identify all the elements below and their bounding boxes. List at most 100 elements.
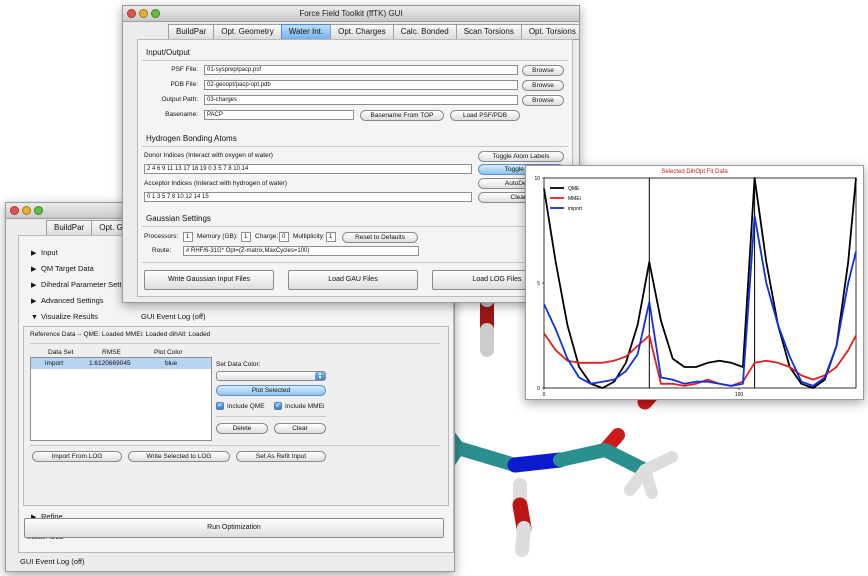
- tab-buildpar[interactable]: BuildPar: [46, 220, 92, 236]
- write-gaussian-input-button[interactable]: Write Gaussian Input Files: [144, 270, 274, 290]
- disclosure-right-icon: ▶: [31, 266, 37, 273]
- tab-water-int[interactable]: Water Int.: [280, 24, 331, 40]
- row-data-set: import: [45, 360, 64, 367]
- y-tick-label: 10: [534, 176, 540, 182]
- section-advanced[interactable]: ▶ Advanced Settings: [31, 296, 104, 305]
- basename-label: Basename:: [165, 111, 198, 118]
- zoom-icon[interactable]: [34, 206, 43, 215]
- load-gau-files-button[interactable]: Load GAU Files: [288, 270, 418, 290]
- acceptor-indices-field[interactable]: 0 1 3 5 7 8 10 12 14 15: [144, 192, 472, 202]
- memory-field[interactable]: 1: [241, 232, 251, 242]
- gui-event-log-inline[interactable]: GUI Event Log (off): [141, 312, 205, 321]
- write-selected-button[interactable]: Write Selected to LOG: [128, 451, 230, 462]
- route-label: Route:: [152, 247, 172, 254]
- import-from-log-button[interactable]: Import From LOG: [32, 451, 122, 462]
- divider: [142, 146, 568, 147]
- multiplicity-label: Multiplicity:: [293, 233, 325, 240]
- tab-opt-torsions[interactable]: Opt. Torsions: [520, 24, 579, 40]
- run-optimization-button[interactable]: Run Optimization: [24, 518, 444, 538]
- divider: [216, 416, 326, 417]
- plot-selected-button[interactable]: Plot Selected: [216, 385, 326, 396]
- gui-event-log-bottom[interactable]: GUI Event Log (off): [20, 557, 84, 566]
- methyl-h: [624, 464, 651, 496]
- disclosure-right-icon: ▶: [31, 250, 37, 257]
- processors-label: Processors:: [144, 233, 179, 240]
- water-int-panel: Input/Output PSF File: 01-sysprep/pacp.p…: [137, 39, 573, 297]
- section-visualize[interactable]: ▼ Visualize Results: [31, 312, 98, 321]
- series-line-import: [543, 214, 857, 387]
- delete-button[interactable]: Delete: [216, 423, 268, 434]
- legend-label: MMEi: [568, 196, 581, 202]
- load-psf-pdb-button[interactable]: Load PSF/PDB: [450, 110, 520, 121]
- methyl-bond: [598, 443, 652, 477]
- charge-label: Charge:: [255, 233, 279, 240]
- zoom-icon[interactable]: [151, 9, 160, 18]
- psf-label: PSF File:: [171, 66, 198, 73]
- output-path-field[interactable]: 03-charges: [204, 95, 518, 105]
- tab-opt-geometry[interactable]: Opt. Geometry: [213, 24, 281, 40]
- include-qme-checkbox[interactable]: ✓: [216, 402, 224, 410]
- tab-calc-bonded[interactable]: Calc. Bonded: [392, 24, 456, 40]
- col-rmse: RMSE: [102, 349, 121, 356]
- visualize-panel: Reference Data -- QME: Loaded MMEi: Load…: [23, 326, 449, 506]
- donor-label: Donor Indices (Interact with oxygen of w…: [144, 152, 273, 159]
- legend-label: QME: [568, 186, 580, 192]
- set-data-color-label: Set Data Color:: [216, 361, 261, 368]
- close-icon[interactable]: [10, 206, 19, 215]
- table-row[interactable]: import 1.6120669045 blue: [31, 358, 211, 369]
- section-qm-target[interactable]: ▶ QM Target Data: [31, 264, 94, 273]
- fftk-main-window: Force Field Toolkit (ffTK) GUI BuildPar …: [122, 5, 580, 303]
- donor-indices-field[interactable]: 2 4 6 9 11 13 17 18 19 0 3 5 7 8 10 14: [144, 164, 472, 174]
- reset-defaults-button[interactable]: Reset to Defaults: [342, 232, 418, 243]
- multiplicity-field[interactable]: 1: [326, 232, 336, 242]
- output-path-label: Output Path:: [161, 96, 199, 103]
- main-tabs: BuildPar Opt. Geometry Water Int. Opt. C…: [168, 24, 579, 40]
- col-plot-color: Plot Color: [154, 349, 183, 356]
- include-mmei-checkbox[interactable]: ✓: [274, 402, 282, 410]
- close-icon[interactable]: [127, 9, 136, 18]
- pdb-browse-button[interactable]: Browse: [522, 80, 564, 91]
- minimize-icon[interactable]: [22, 206, 31, 215]
- processors-field[interactable]: 1: [183, 232, 193, 242]
- ring-n-bond: [451, 441, 522, 472]
- pdb-label: PDB File:: [170, 81, 198, 88]
- divider: [30, 445, 440, 446]
- minimize-icon[interactable]: [139, 9, 148, 18]
- io-heading: Input/Output: [146, 48, 191, 57]
- memory-label: Memory (GB):: [197, 233, 238, 240]
- x-tick-label: 100: [735, 392, 744, 398]
- psf-file-field[interactable]: 01-sysprep/pacp.psf: [204, 65, 518, 75]
- include-mmei-label: Include MMEi: [285, 403, 325, 410]
- x-tick-label: 0: [543, 392, 546, 398]
- col-data-set: Data Set: [48, 349, 74, 356]
- set-refit-input-button[interactable]: Set As Refit Input: [236, 451, 326, 462]
- divider: [142, 262, 568, 263]
- disclosure-right-icon: ▶: [31, 282, 37, 289]
- section-dihedral-params[interactable]: ▶ Dihedral Parameter Settin: [31, 280, 127, 289]
- route-field[interactable]: # RHF/6-31G* Opt=(Z-matrix,MaxCycles=100…: [183, 246, 419, 256]
- tab-buildpar[interactable]: BuildPar: [168, 24, 214, 40]
- divider: [142, 60, 568, 61]
- toggle-atom-labels-button[interactable]: Toggle Atom Labels: [478, 151, 564, 162]
- pdb-file-field[interactable]: 02-geoopt/pacp-opt.pdb: [204, 80, 518, 90]
- clear-button[interactable]: Clear: [274, 423, 326, 434]
- basename-field[interactable]: PACP: [204, 110, 354, 120]
- legend-label: import: [568, 206, 583, 212]
- psf-browse-button[interactable]: Browse: [522, 65, 564, 76]
- select-arrows-icon: ▲ ▼: [315, 372, 325, 381]
- section-input[interactable]: ▶ Input: [31, 248, 58, 257]
- tab-opt-charges[interactable]: Opt. Charges: [330, 24, 393, 40]
- data-color-select[interactable]: ▲ ▼: [216, 371, 326, 381]
- gaussian-heading: Gaussian Settings: [146, 214, 211, 223]
- plot-window: Selected DihOpt Fit Data 10 5 0 0 100 QME MMEi…: [525, 165, 864, 400]
- hb-heading: Hydrogen Bonding Atoms: [146, 134, 237, 143]
- series-line-mmei: [543, 332, 857, 387]
- plot-frame: [543, 177, 857, 389]
- tab-scan-torsions[interactable]: Scan Torsions: [455, 24, 521, 40]
- output-browse-button[interactable]: Browse: [522, 95, 564, 106]
- basename-from-top-button[interactable]: Basename From TOP: [360, 110, 444, 121]
- charge-field[interactable]: 0: [279, 232, 289, 242]
- data-set-table[interactable]: import 1.6120669045 blue: [30, 357, 212, 441]
- y-tick-label: 0: [537, 386, 540, 392]
- disclosure-right-icon: ▶: [31, 298, 37, 305]
